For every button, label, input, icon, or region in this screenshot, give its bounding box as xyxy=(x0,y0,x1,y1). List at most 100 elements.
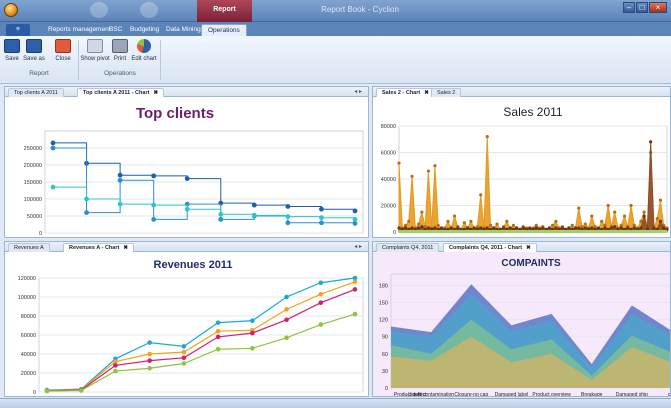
data-point xyxy=(658,198,663,202)
save-as-button[interactable]: Save as xyxy=(22,39,46,62)
close-tab-icon[interactable]: ✖ xyxy=(424,90,429,96)
decor-bubble xyxy=(140,2,158,18)
data-point xyxy=(215,346,221,352)
data-point xyxy=(50,145,56,151)
data-point xyxy=(560,226,565,230)
data-point xyxy=(147,351,152,357)
data-point xyxy=(554,219,558,223)
data-point xyxy=(285,220,291,226)
y-tick-label: 30 xyxy=(382,369,388,375)
data-point xyxy=(577,226,581,230)
close-window-button[interactable]: × xyxy=(649,2,667,13)
y-tick-label: 60000 xyxy=(381,151,396,157)
edit-chart-button[interactable]: Edit chart xyxy=(131,39,157,62)
data-point xyxy=(508,226,512,230)
tab-sales-chart[interactable]: Sales 2 - Chart ✖ xyxy=(376,88,435,97)
data-point xyxy=(639,226,643,230)
data-point xyxy=(622,214,627,218)
data-point xyxy=(284,317,289,323)
y-tick-label: 120000 xyxy=(18,276,36,282)
data-point xyxy=(181,361,187,366)
minimize-button[interactable]: – xyxy=(623,2,635,13)
data-point xyxy=(449,226,453,230)
tab-complaints-chart[interactable]: Complaints Q4, 2011 - Chart ✖ xyxy=(443,243,537,252)
tab-top-clients-table[interactable]: Top clients A 2011 xyxy=(8,88,64,97)
data-point xyxy=(606,203,610,208)
data-point xyxy=(590,226,594,230)
data-point xyxy=(113,368,118,374)
close-tab-icon[interactable]: ✖ xyxy=(123,245,128,251)
data-point xyxy=(501,226,506,230)
y-tick-label: 0 xyxy=(33,390,36,396)
data-point xyxy=(626,226,630,230)
series-line-2 xyxy=(53,186,356,220)
tab-top-clients-chart[interactable]: Top clients A 2011 - Chart ✖ xyxy=(77,88,165,97)
data-point xyxy=(577,206,581,210)
data-point xyxy=(417,222,421,226)
data-point xyxy=(420,225,424,229)
data-point xyxy=(284,294,289,300)
group-label-operations: Operations xyxy=(104,70,136,77)
y-tick-label: 20000 xyxy=(21,371,36,377)
tab-revenues-chart[interactable]: Revenues A - Chart ✖ xyxy=(63,243,134,252)
y-tick-label: 0 xyxy=(39,231,42,237)
data-point xyxy=(352,221,358,226)
series-area-1 xyxy=(398,141,668,233)
series-line-1 xyxy=(46,281,356,392)
plot-area: 0 20000 40000 60000 80000 100000 120000 xyxy=(18,275,364,396)
data-point xyxy=(250,330,255,336)
data-point xyxy=(50,184,56,190)
tab-operations[interactable]: Operations xyxy=(201,24,247,36)
pane-tabstrip: Revenues A Revenues A - Chart ✖ ◂ ▸ xyxy=(5,242,368,252)
data-point xyxy=(466,226,470,230)
data-point xyxy=(352,311,358,317)
data-point xyxy=(488,223,493,227)
close-tab-icon[interactable]: ✖ xyxy=(526,245,531,251)
tab-scroll-arrows[interactable]: ◂ ▸ xyxy=(354,88,362,95)
tab-scroll-arrows[interactable]: ◂ ▸ xyxy=(354,243,362,250)
close-button[interactable]: Close xyxy=(52,39,74,62)
ribbon-tab-row: ≡ Reports management BSC Budgeting Data … xyxy=(0,22,671,36)
y-tick-label: 150000 xyxy=(24,180,42,186)
window-title: Report Book - Cyclion xyxy=(321,5,399,14)
y-tick-label: 100000 xyxy=(24,197,42,203)
series-line-2 xyxy=(46,288,356,392)
tab-sales-table[interactable]: Sales 2 xyxy=(431,88,462,97)
y-tick-label: 90 xyxy=(382,335,388,341)
data-point xyxy=(284,335,289,341)
file-menu-tab[interactable]: ≡ xyxy=(6,24,30,36)
pane-top-clients: Top clients A 2011 Top clients A 2011 - … xyxy=(4,86,369,238)
data-point xyxy=(583,226,587,230)
data-point xyxy=(541,226,545,230)
pivot-icon xyxy=(87,39,103,53)
y-tick-label: 250000 xyxy=(24,146,42,152)
pane-complaints: Complaints Q4, 2011 Complaints Q4, 2011 … xyxy=(372,241,671,397)
data-point xyxy=(184,176,190,181)
data-point xyxy=(446,219,450,223)
data-point xyxy=(495,222,499,226)
group-separator xyxy=(78,40,79,80)
data-point xyxy=(521,226,525,230)
tab-complaints-table[interactable]: Complaints Q4, 2011 xyxy=(376,243,440,252)
data-point xyxy=(352,208,358,214)
save-as-icon xyxy=(26,39,42,53)
app-menu-orb-icon[interactable] xyxy=(4,3,18,17)
data-point xyxy=(397,226,401,230)
y-tick-label: 80000 xyxy=(381,124,396,130)
data-point xyxy=(319,215,324,221)
data-point xyxy=(655,217,659,221)
y-tick-label: 0 xyxy=(385,386,388,392)
data-point xyxy=(218,217,224,222)
close-tab-icon[interactable]: ✖ xyxy=(153,90,158,96)
print-button[interactable]: Print xyxy=(111,39,129,62)
data-point xyxy=(318,280,324,286)
show-pivot-button[interactable]: Show pivot xyxy=(80,39,110,62)
tab-data-mining[interactable]: Data Mining xyxy=(160,24,207,36)
tab-revenues-table[interactable]: Revenues A xyxy=(8,243,50,252)
maximize-button[interactable]: □ xyxy=(636,2,648,13)
data-point xyxy=(117,177,123,183)
data-point xyxy=(629,203,633,208)
data-point xyxy=(658,219,663,223)
data-point xyxy=(479,226,483,230)
save-button[interactable]: Save xyxy=(3,39,21,62)
